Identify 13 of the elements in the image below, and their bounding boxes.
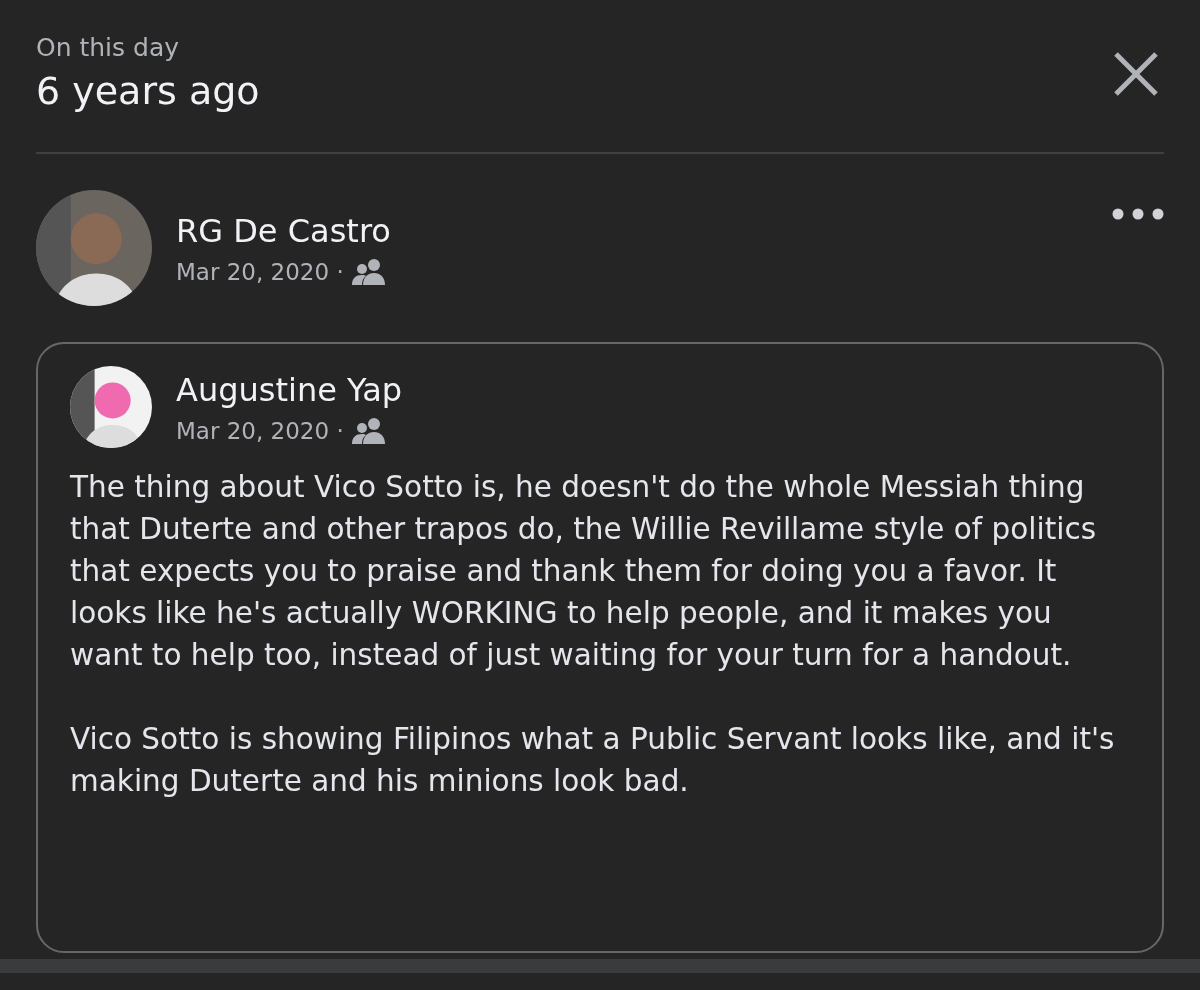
more-icon [1112,208,1164,220]
friends-icon [351,417,386,445]
header-label: On this day [36,32,181,64]
author-name[interactable]: Augustine Yap [176,369,403,411]
post-date[interactable]: Mar 20, 2020 · [176,418,344,444]
post-text: Vico Sotto is showing Filipinos what a Public Servant looks like, and it's making Duterte and his minions look bad. [70,721,1116,800]
more-button[interactable] [1112,208,1164,220]
post-date[interactable]: Mar 20, 2020 · [176,259,344,285]
header-title: 6 years ago [36,68,260,115]
friends-icon [351,258,386,286]
post-text: The thing about Vico Sotto is, he doesn't do the whole Messiah thing that Duterte and other trapos do, the Willie Revillame style of politics that expects you to praise and thank them for doing you a favor. It looks like he's actually WORKING to help people, and it makes you want to help too, instead of just waiting for your turn for a handout. [70,469,1098,674]
author-name[interactable]: RG De Castro [176,210,391,252]
close-icon [1112,50,1160,98]
